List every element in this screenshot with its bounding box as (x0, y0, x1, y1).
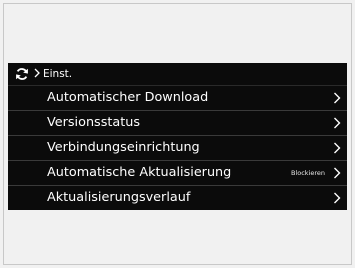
menu-item-automatic-download[interactable]: Automatischer Download (8, 85, 347, 110)
breadcrumb-separator-icon (34, 68, 40, 78)
menu-item-automatic-update[interactable]: Automatische Aktualisierung Blockieren (8, 160, 347, 185)
settings-menu-list: Automatischer Download Versionsstatus Ve… (8, 85, 347, 210)
menu-item-label: Verbindungseinrichtung (47, 140, 200, 155)
menu-item-connection-setup[interactable]: Verbindungseinrichtung (8, 135, 347, 160)
chevron-right-icon (334, 167, 341, 179)
header-bar: Einst. (8, 63, 347, 85)
chevron-right-icon (334, 192, 341, 204)
chevron-right-icon (334, 117, 341, 129)
settings-screen: Einst. Automatischer Download Versionsst… (8, 63, 347, 210)
menu-item-label: Automatischer Download (47, 90, 209, 105)
menu-item-version-status[interactable]: Versionsstatus (8, 110, 347, 135)
menu-item-status-value: Blockieren (290, 169, 325, 177)
breadcrumb-label[interactable]: Einst. (43, 66, 72, 82)
menu-item-label: Versionsstatus (47, 115, 141, 130)
menu-item-update-history[interactable]: Aktualisierungsverlauf (8, 185, 347, 210)
menu-item-label: Automatische Aktualisierung (47, 165, 232, 180)
menu-item-label: Aktualisierungsverlauf (47, 190, 191, 205)
page: Einst. Automatischer Download Versionsst… (0, 0, 355, 268)
chevron-right-icon (334, 92, 341, 104)
chevron-right-icon (334, 142, 341, 154)
refresh-icon[interactable] (15, 67, 29, 81)
